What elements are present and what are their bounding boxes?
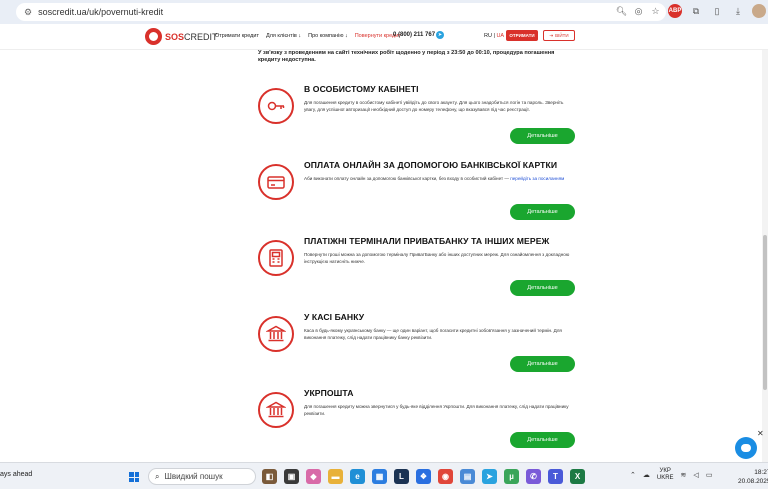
- volume-icon[interactable]: ◁: [693, 471, 698, 479]
- extensions-puzzle-icon[interactable]: ⧉: [689, 4, 703, 18]
- login-button[interactable]: ⇥ ВІЙТИ: [543, 30, 575, 41]
- top-navigation: Отримати кредит Для клієнтів ↓ Про компа…: [215, 33, 401, 39]
- telegram-taskbar-icon[interactable]: ➤: [482, 469, 497, 484]
- details-button[interactable]: Детальніше: [510, 432, 575, 448]
- excel-icon[interactable]: X: [570, 469, 585, 484]
- section-description: Аби виконати оплату онлайн за допомогою …: [304, 176, 565, 181]
- cloud-icon[interactable]: ☁: [643, 471, 650, 479]
- payment-method-bank: У КАСІ БАНКУ Каса в будь-якому українськ…: [258, 312, 578, 372]
- eye-off-icon[interactable]: ◎: [632, 5, 645, 18]
- site-info-icon[interactable]: ⚙: [24, 7, 32, 18]
- wifi-icon[interactable]: ≋: [681, 471, 687, 479]
- online-payment-link[interactable]: перейдіть за посиланням: [510, 176, 564, 181]
- scrollbar-thumb[interactable]: [763, 235, 767, 390]
- store-icon[interactable]: ▦: [372, 469, 387, 484]
- system-tray: ⌃ ☁ УКР UKRE ≋ ◁ ▭: [630, 468, 712, 482]
- login-icon: ⇥: [549, 32, 554, 38]
- dropbox-icon[interactable]: ❖: [416, 469, 431, 484]
- file-explorer-icon[interactable]: ▬: [328, 469, 343, 484]
- page-scrollbar[interactable]: [762, 50, 768, 462]
- app-widget-icon[interactable]: ◧: [262, 469, 277, 484]
- url-text: soscredit.ua/uk/povernuti-kredit: [38, 7, 164, 17]
- input-language[interactable]: УКР UKRE: [657, 468, 674, 482]
- chat-close-icon[interactable]: ✕: [757, 429, 764, 438]
- browser-toolbar: ⚙ soscredit.ua/uk/povernuti-kredit 🔍︎ ◎ …: [0, 0, 768, 24]
- nav-about[interactable]: Про компанію ↓: [308, 33, 348, 39]
- bank-icon: [258, 392, 294, 428]
- get-credit-button[interactable]: ОТРИМАТИ: [506, 30, 538, 41]
- maintenance-notice: У зв'язку з проведенням на сайті технічн…: [258, 50, 555, 63]
- system-clock[interactable]: 18:27 20.08.2025: [738, 468, 768, 486]
- clock-date: 20.08.2025: [738, 478, 768, 485]
- site-logo[interactable]: SOSCREDIT: [145, 28, 218, 45]
- card-icon: [258, 164, 294, 200]
- payment-method-ukrposhta: УКРПОШТА Для погашення кредиту можна зве…: [258, 388, 578, 448]
- terminal-icon: [258, 240, 294, 276]
- section-title: У КАСІ БАНКУ: [304, 312, 365, 322]
- tray-chevron-icon[interactable]: ⌃: [630, 471, 636, 479]
- details-button[interactable]: Детальніше: [510, 204, 575, 220]
- site-header: SOSCREDIT Отримати кредит Для клієнтів ↓…: [0, 24, 768, 50]
- section-description: Для погашення кредиту можна звернутися у…: [304, 404, 569, 416]
- payment-method-card: ОПЛАТА ОНЛАЙН ЗА ДОПОМОГОЮ БАНКІВСЬКОЇ К…: [258, 160, 578, 220]
- phone-number[interactable]: 0 (800) 211 767: [393, 32, 435, 38]
- logo-credit: CREDIT: [184, 31, 218, 42]
- battery-icon[interactable]: ▭: [706, 471, 713, 479]
- nav-get-credit[interactable]: Отримати кредит: [215, 33, 259, 39]
- nav-for-clients[interactable]: Для клієнтів ↓: [266, 33, 301, 39]
- windows-start-icon[interactable]: [129, 472, 139, 482]
- payment-method-terminal: ПЛАТІЖНІ ТЕРМІНАЛИ ПРИВАТБАНКУ ТА ІНШИХ …: [258, 236, 578, 296]
- download-icon[interactable]: ⤓: [731, 4, 745, 18]
- section-description: Повернути гроші можна за допомогою термі…: [304, 252, 570, 264]
- chrome-icon[interactable]: ◉: [438, 469, 453, 484]
- lifebuoy-icon: [145, 28, 162, 45]
- details-button[interactable]: Детальніше: [510, 356, 575, 372]
- taskbar-apps: ◧ ▣ ◆ ▬ e ▦ L ❖ ◉ ▤ ➤ µ ✆ T X: [262, 469, 585, 484]
- section-description: Для погашення кредиту в особистому кабін…: [304, 100, 564, 112]
- lang-ru[interactable]: RU: [484, 33, 492, 39]
- lang-ua[interactable]: UA: [496, 33, 504, 39]
- logo-sos: SOS: [165, 31, 185, 42]
- section-description: Каса в будь-якому українському банку — щ…: [304, 328, 562, 340]
- sidebar-icon[interactable]: ▯: [710, 4, 724, 18]
- key-icon: [258, 88, 294, 124]
- task-view-icon[interactable]: ▣: [284, 469, 299, 484]
- weather-widget-text[interactable]: ays ahead: [0, 471, 32, 478]
- language-switcher[interactable]: RU | UA: [484, 33, 504, 39]
- chat-bubble-icon: [741, 444, 751, 452]
- payment-method-cabinet: В ОСОБИСТОМУ КАБІНЕТІ Для погашення кред…: [258, 84, 578, 144]
- details-button[interactable]: Детальніше: [510, 280, 575, 296]
- extension-icon[interactable]: ABP: [668, 4, 682, 18]
- copilot-icon[interactable]: ◆: [306, 469, 321, 484]
- viber-icon[interactable]: ✆: [526, 469, 541, 484]
- photos-icon[interactable]: ▤: [460, 469, 475, 484]
- bank-icon: [258, 316, 294, 352]
- address-bar[interactable]: ⚙ soscredit.ua/uk/povernuti-kredit 🔍︎ ◎ …: [16, 3, 666, 21]
- details-button[interactable]: Детальніше: [510, 128, 575, 144]
- search-icon: ⌕: [155, 471, 160, 481]
- clock-time: 18:27: [754, 469, 768, 476]
- search-placeholder: Швидкий пошук: [164, 472, 223, 481]
- profile-avatar[interactable]: [752, 4, 766, 18]
- windows-taskbar: ays ahead ⌕ Швидкий пошук ◧ ▣ ◆ ▬ e ▦ L …: [0, 462, 768, 489]
- bookmark-star-icon[interactable]: ☆: [649, 5, 662, 18]
- teams-icon[interactable]: T: [548, 469, 563, 484]
- chat-widget-button[interactable]: [735, 437, 757, 459]
- section-title: ОПЛАТА ОНЛАЙН ЗА ДОПОМОГОЮ БАНКІВСЬКОЇ К…: [304, 160, 558, 170]
- section-title: УКРПОШТА: [304, 388, 354, 398]
- utorrent-icon[interactable]: µ: [504, 469, 519, 484]
- telegram-icon[interactable]: ➤: [436, 31, 444, 39]
- zoom-icon[interactable]: 🔍︎: [615, 5, 628, 18]
- app-l-icon[interactable]: L: [394, 469, 409, 484]
- section-title: В ОСОБИСТОМУ КАБІНЕТІ: [304, 84, 419, 94]
- section-title: ПЛАТІЖНІ ТЕРМІНАЛИ ПРИВАТБАНКУ ТА ІНШИХ …: [304, 236, 550, 246]
- taskbar-search[interactable]: ⌕ Швидкий пошук: [148, 468, 256, 485]
- edge-browser-icon[interactable]: e: [350, 469, 365, 484]
